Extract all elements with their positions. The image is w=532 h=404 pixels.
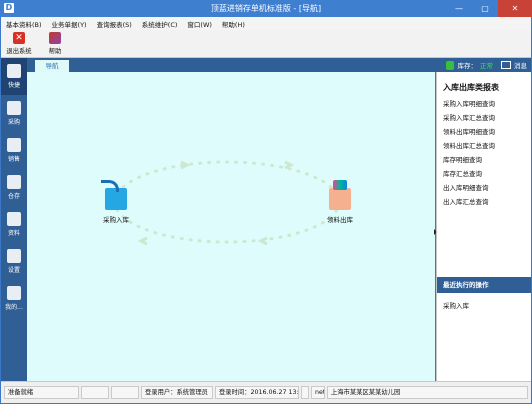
status-login-time: 登录时间：2016.06.27 13:59	[215, 386, 299, 399]
exit-icon: ✕	[13, 32, 25, 44]
report-link[interactable]: 库存汇总查询	[443, 167, 495, 181]
stock-status: 正常	[480, 62, 493, 70]
inventory-icon	[7, 175, 21, 189]
shortcut-icon	[7, 64, 21, 78]
report-panel-title: 入库出库类报表	[443, 83, 499, 92]
purchase-inbound-label: 采购入库	[103, 216, 129, 224]
tab-navigation[interactable]: 导航	[35, 60, 69, 72]
report-link[interactable]: 出入库汇总查询	[443, 195, 495, 209]
material-outbound-icon	[329, 180, 351, 210]
menu-reports[interactable]: 查询报表(S)	[92, 19, 137, 29]
close-button[interactable]: ✕	[498, 0, 532, 17]
nav-label: 仓存	[7, 193, 20, 200]
stock-status-area: 库存： 正常 消息	[445, 59, 527, 71]
nav-label: 销售	[7, 156, 20, 163]
help-label: 帮助	[48, 48, 62, 55]
status-empty-2	[111, 386, 139, 399]
tab-strip: 导航 库存： 正常 消息	[27, 58, 531, 72]
nav-label: 采购	[7, 119, 20, 126]
purchase-inbound-icon	[101, 180, 127, 210]
navigation-canvas: 采购入库 领料出库	[27, 72, 435, 381]
flow-arrow-right-icon	[284, 160, 295, 170]
gear-icon	[7, 249, 21, 263]
nav-item-mine[interactable]: 我的...	[1, 280, 27, 317]
menu-basic-data[interactable]: 基本资料(B)	[1, 19, 47, 29]
nav-item-sales[interactable]: 销售	[1, 132, 27, 169]
nav-item-settings[interactable]: 设置	[1, 243, 27, 280]
stock-label: 库存：	[457, 62, 478, 70]
nav-label: 我的...	[5, 304, 23, 311]
recent-operation-item[interactable]: 采购入库	[443, 300, 469, 310]
flow-arrow-left-icon	[257, 236, 268, 246]
data-icon	[7, 212, 21, 226]
nav-item-data[interactable]: 资料	[1, 206, 27, 243]
menu-window[interactable]: 窗口(W)	[182, 19, 217, 29]
database-icon	[445, 60, 454, 70]
messages-label[interactable]: 消息	[514, 60, 527, 70]
sales-icon	[7, 138, 21, 152]
nav-item-inventory[interactable]: 仓存	[1, 169, 27, 206]
report-link[interactable]: 领料出库明细查询	[443, 125, 495, 139]
menu-system[interactable]: 系统维护(C)	[137, 19, 183, 29]
nav-item-shortcut[interactable]: 快捷	[1, 58, 27, 95]
minimize-button[interactable]: —	[446, 0, 472, 17]
purchase-icon	[7, 101, 21, 115]
status-empty-1	[81, 386, 109, 399]
report-link[interactable]: 采购入库汇总查询	[443, 111, 495, 125]
flow-loop	[113, 160, 341, 244]
report-link[interactable]: 采购入库明细查询	[443, 97, 495, 111]
flow-arrow-left-icon	[137, 236, 148, 246]
window-controls: — ▢ ✕	[446, 0, 532, 17]
menu-bar: 基本资料(B) 业务单据(Y) 查询报表(S) 系统维护(C) 窗口(W) 帮助…	[1, 17, 531, 30]
material-outbound-label: 领料出库	[327, 216, 353, 224]
status-bar: 准备就绪 登录用户：系统管理员 登录时间：2016.06.27 13:59 ne…	[1, 381, 531, 403]
pie-chart-icon	[7, 286, 21, 300]
recent-operations-header: 最近执行的操作	[437, 277, 531, 293]
maximize-button[interactable]: ▢	[472, 0, 498, 17]
toolbar: ✕ 退出系统 帮助	[1, 30, 531, 58]
help-book-icon	[49, 32, 61, 44]
status-empty-3	[301, 386, 309, 399]
help-button[interactable]: 帮助	[37, 30, 73, 57]
nav-label: 资料	[7, 230, 20, 237]
report-link[interactable]: 库存明细查询	[443, 153, 495, 167]
purchase-inbound-node[interactable]: 采购入库	[101, 180, 129, 224]
status-network: net	[311, 386, 325, 399]
right-report-panel: 入库出库类报表 采购入库明细查询 采购入库汇总查询 领料出库明细查询 领料出库汇…	[436, 72, 531, 381]
report-link[interactable]: 出入库明细查询	[443, 181, 495, 195]
nav-item-purchase[interactable]: 采购	[1, 95, 27, 132]
material-outbound-node[interactable]: 领料出库	[327, 180, 353, 224]
status-company: 上海市某某区某某幼儿园	[327, 386, 528, 399]
mail-icon[interactable]	[501, 61, 511, 69]
report-links: 采购入库明细查询 采购入库汇总查询 领料出库明细查询 领料出库汇总查询 库存明细…	[443, 97, 495, 209]
left-nav: 快捷 采购 销售 仓存 资料 设置 我的...	[1, 58, 27, 381]
exit-system-label: 退出系统	[6, 48, 32, 55]
exit-system-button[interactable]: ✕ 退出系统	[1, 30, 37, 57]
nav-label: 快捷	[7, 82, 20, 89]
menu-help[interactable]: 帮助(H)	[217, 19, 250, 29]
flow-diagram	[113, 160, 341, 246]
status-user: 登录用户：系统管理员	[141, 386, 213, 399]
report-link[interactable]: 领料出库汇总查询	[443, 139, 495, 153]
title-bar: D 顶蓝进销存单机标准版 - [导航] — ▢ ✕	[0, 0, 532, 17]
nav-label: 设置	[7, 267, 20, 274]
menu-business-docs[interactable]: 业务单据(Y)	[47, 19, 92, 29]
status-ready: 准备就绪	[4, 386, 79, 399]
